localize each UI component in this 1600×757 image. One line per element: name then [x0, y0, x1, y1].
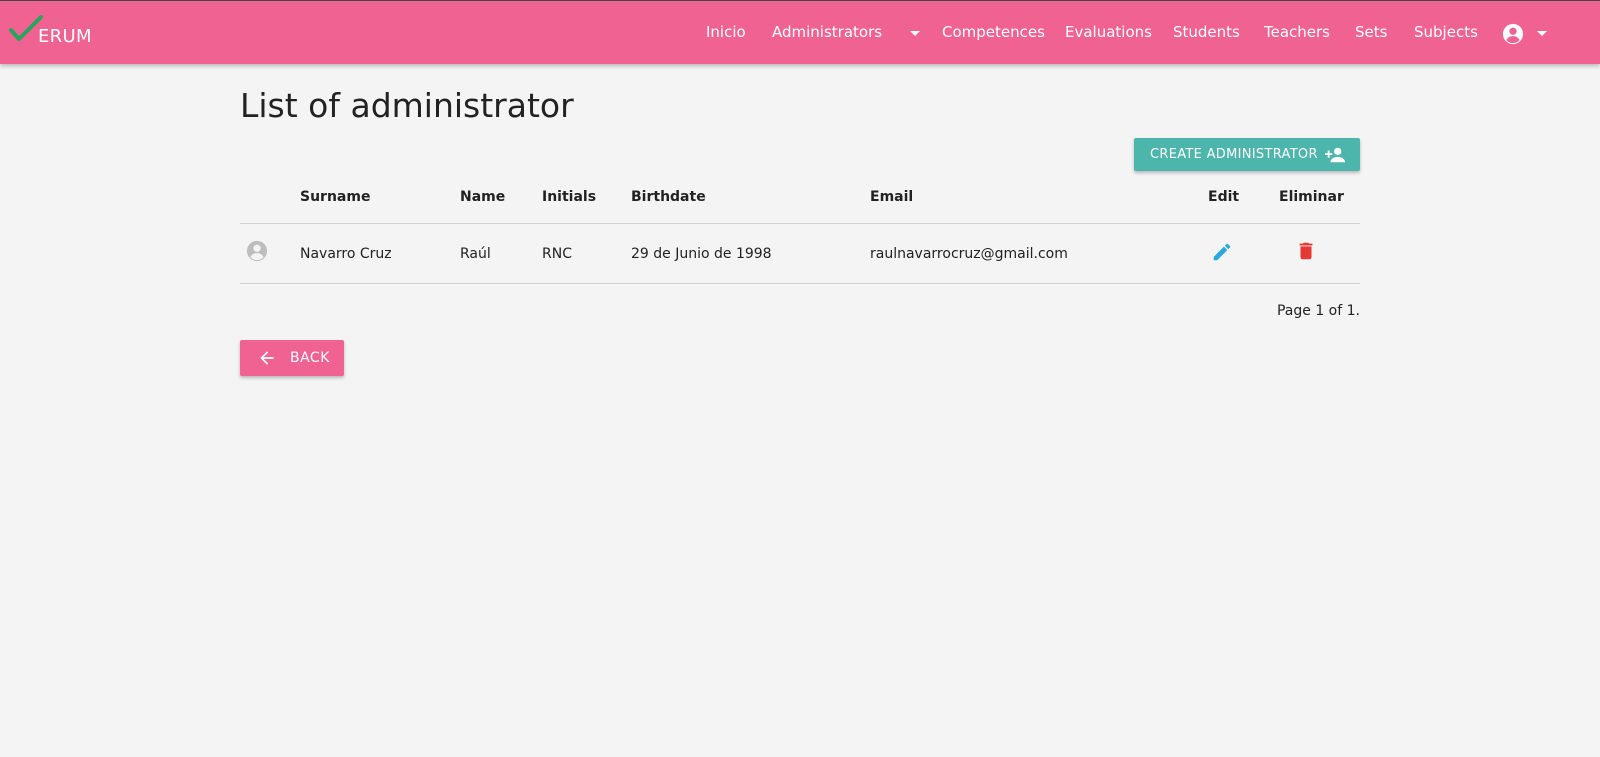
cell-initials: RNC [542, 246, 572, 262]
nav-subjects[interactable]: Subjects [1414, 23, 1478, 41]
cell-name: Raúl [460, 246, 491, 262]
nav-sets[interactable]: Sets [1355, 23, 1387, 41]
administrators-dropdown-icon[interactable] [910, 31, 920, 36]
column-header-surname: Surname [300, 189, 371, 205]
column-header-email: Email [870, 189, 914, 205]
create-administrator-label: CREATE ADMINISTRATOR [1150, 147, 1318, 162]
cell-email: raulnavarrocruz@gmail.com [870, 246, 1068, 262]
top-navbar: ERUM Inicio Administrators Competences E… [0, 0, 1600, 64]
column-header-birthdate: Birthdate [631, 189, 706, 205]
pencil-icon[interactable] [1211, 241, 1233, 263]
nav-inicio[interactable]: Inicio [706, 23, 746, 41]
back-button[interactable]: BACK [240, 340, 344, 376]
trash-icon[interactable] [1295, 240, 1317, 262]
column-header-initials: Initials [542, 189, 597, 205]
person-add-icon [1325, 147, 1345, 163]
cell-surname: Navarro Cruz [300, 246, 392, 262]
brand-logo[interactable]: ERUM [8, 15, 108, 49]
nav-evaluations[interactable]: Evaluations [1065, 23, 1152, 41]
back-label: BACK [290, 350, 330, 366]
page-title: List of administrator [240, 86, 574, 125]
row-divider [240, 283, 1360, 284]
column-header-edit: Edit [1208, 189, 1240, 205]
cell-birthdate: 29 de Junio de 1998 [631, 246, 772, 262]
avatar-icon [246, 240, 268, 262]
nav-administrators[interactable]: Administrators [772, 23, 882, 41]
account-circle-icon[interactable] [1502, 23, 1524, 45]
column-header-eliminar: Eliminar [1279, 189, 1344, 205]
brand-name: ERUM [38, 26, 92, 47]
nav-teachers[interactable]: Teachers [1264, 23, 1330, 41]
nav-students[interactable]: Students [1173, 23, 1240, 41]
account-dropdown-icon[interactable] [1537, 31, 1547, 36]
pagination-text: Page 1 of 1. [1276, 303, 1360, 319]
header-divider [240, 223, 1360, 224]
arrow-left-icon [260, 351, 274, 365]
column-header-name: Name [460, 189, 506, 205]
create-administrator-button[interactable]: CREATE ADMINISTRATOR [1134, 138, 1360, 171]
nav-competences[interactable]: Competences [942, 23, 1045, 41]
